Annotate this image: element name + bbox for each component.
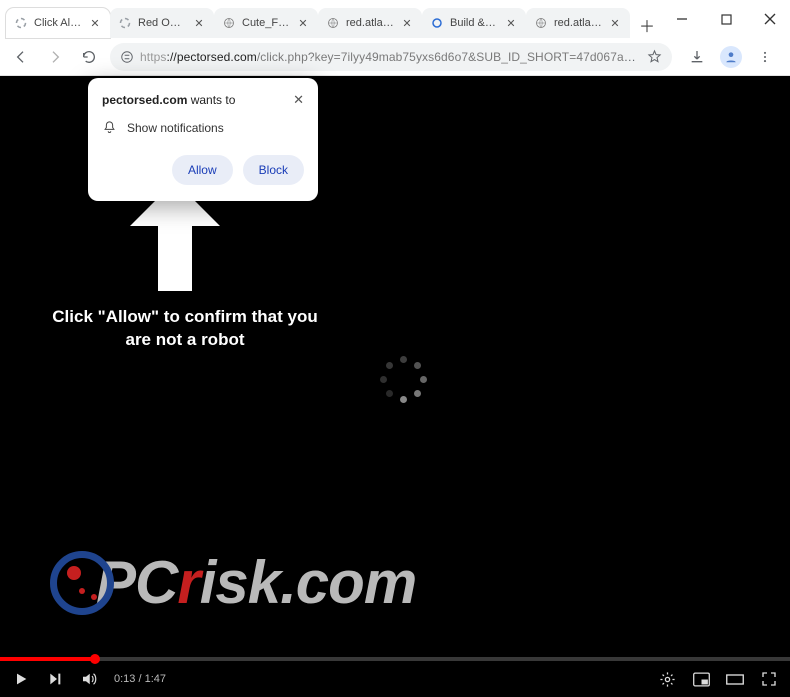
tab-4[interactable]: Build & Price ✕ xyxy=(422,8,526,38)
tab-1[interactable]: Red One (202 ✕ xyxy=(110,8,214,38)
close-icon[interactable]: ✕ xyxy=(296,16,310,30)
toolbar-right xyxy=(680,44,782,70)
tab-2[interactable]: Cute_Fox_Gir ✕ xyxy=(214,8,318,38)
maximize-button[interactable] xyxy=(704,0,748,38)
globe-icon xyxy=(222,16,236,30)
close-icon[interactable]: ✕ xyxy=(192,16,206,30)
volume-icon[interactable] xyxy=(80,670,98,688)
ring-icon xyxy=(430,16,444,30)
globe-icon xyxy=(534,16,548,30)
video-player-controls: 0:13 / 1:47 xyxy=(0,661,790,697)
tab-title: Cute_Fox_Gir xyxy=(242,17,290,29)
page-message: Click "Allow" to confirm that you are no… xyxy=(40,306,330,352)
allow-button[interactable]: Allow xyxy=(172,155,233,185)
spinner-icon xyxy=(118,16,132,30)
close-icon[interactable]: ✕ xyxy=(88,16,102,30)
tab-title: Click Allow xyxy=(34,17,82,29)
fullscreen-icon[interactable] xyxy=(760,670,778,688)
star-icon[interactable] xyxy=(647,49,662,64)
loading-spinner-icon xyxy=(380,356,426,402)
download-icon[interactable] xyxy=(684,44,710,70)
new-tab-button[interactable]: ＋ xyxy=(634,12,660,38)
tab-0[interactable]: Click Allow ✕ xyxy=(6,8,110,38)
next-button[interactable] xyxy=(46,670,64,688)
tab-title: red.atlantabr xyxy=(346,17,394,29)
permission-item: Show notifications xyxy=(127,121,224,135)
reload-button[interactable] xyxy=(76,44,102,70)
bell-icon xyxy=(102,120,117,135)
window-controls xyxy=(660,0,790,38)
tab-title: Red One (202 xyxy=(138,17,186,29)
permission-origin: pectorsed.com wants to xyxy=(102,93,235,107)
close-icon[interactable]: ✕ xyxy=(293,92,304,108)
tab-3[interactable]: red.atlantabr ✕ xyxy=(318,8,422,38)
tab-5[interactable]: red.atlantabr ✕ xyxy=(526,8,630,38)
url-text: https://pectorsed.com/click.php?key=7ily… xyxy=(140,50,641,64)
close-icon[interactable]: ✕ xyxy=(400,16,414,30)
close-window-button[interactable] xyxy=(748,0,790,38)
profile-avatar-icon[interactable] xyxy=(720,46,742,68)
tab-title: red.atlantabr xyxy=(554,17,602,29)
menu-icon[interactable] xyxy=(752,44,778,70)
spinner-icon xyxy=(14,16,28,30)
page-content: pectorsed.com wants to ✕ Show notificati… xyxy=(0,76,790,697)
globe-icon xyxy=(326,16,340,30)
minimize-button[interactable] xyxy=(660,0,704,38)
play-button[interactable] xyxy=(12,670,30,688)
notification-permission-prompt: pectorsed.com wants to ✕ Show notificati… xyxy=(88,78,318,201)
settings-icon[interactable] xyxy=(658,670,676,688)
browser-toolbar: https://pectorsed.com/click.php?key=7ily… xyxy=(0,38,790,76)
address-bar[interactable]: https://pectorsed.com/click.php?key=7ily… xyxy=(110,43,672,71)
tab-title: Build & Price xyxy=(450,17,498,29)
watermark-logo: PCrisk.com xyxy=(50,548,416,617)
block-button[interactable]: Block xyxy=(243,155,304,185)
close-icon[interactable]: ✕ xyxy=(504,16,518,30)
forward-button[interactable] xyxy=(42,44,68,70)
video-time: 0:13 / 1:47 xyxy=(114,673,166,685)
miniplayer-icon[interactable] xyxy=(692,670,710,688)
watermark-text: PCrisk.com xyxy=(96,548,416,617)
tab-strip: Click Allow ✕ Red One (202 ✕ Cute_Fox_Gi… xyxy=(0,0,660,38)
site-info-icon[interactable] xyxy=(120,50,134,64)
back-button[interactable] xyxy=(8,44,34,70)
theater-icon[interactable] xyxy=(726,670,744,688)
close-icon[interactable]: ✕ xyxy=(608,16,622,30)
window-titlebar: Click Allow ✕ Red One (202 ✕ Cute_Fox_Gi… xyxy=(0,0,790,38)
logo-circle-icon xyxy=(50,551,114,615)
